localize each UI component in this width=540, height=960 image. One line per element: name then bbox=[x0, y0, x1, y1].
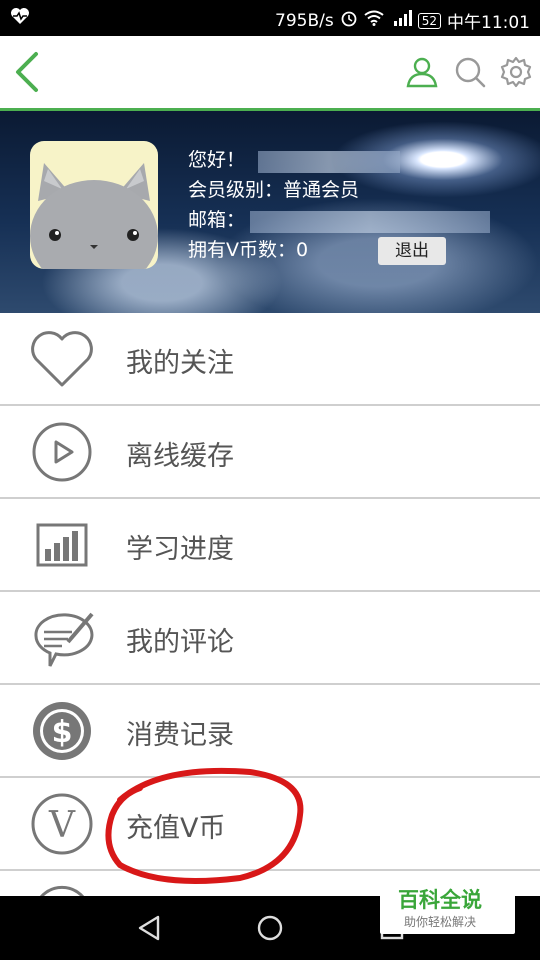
menu-item-offline-cache[interactable]: 离线缓存 bbox=[0, 406, 540, 499]
avatar[interactable] bbox=[30, 141, 158, 269]
svg-text:V: V bbox=[48, 805, 76, 846]
settings-button[interactable] bbox=[498, 54, 534, 90]
back-arrow-icon bbox=[16, 52, 38, 92]
alarm-icon bbox=[340, 9, 358, 32]
user-profile-button[interactable] bbox=[404, 54, 440, 90]
home-nav-button[interactable] bbox=[256, 914, 284, 946]
email-redacted bbox=[250, 211, 490, 233]
search-icon bbox=[455, 57, 486, 88]
search-button[interactable] bbox=[452, 54, 488, 90]
vcoin-count-text: 拥有V币数：0 bbox=[188, 239, 309, 261]
net-speed: 795B/s bbox=[275, 10, 334, 31]
comment-icon bbox=[28, 606, 96, 670]
v-coin-icon: V bbox=[28, 792, 96, 856]
email-label: 邮箱： bbox=[188, 209, 246, 231]
username-redacted bbox=[258, 151, 400, 173]
watermark-title: 百科全说 bbox=[398, 888, 482, 912]
menu-item-label: 我的关注 bbox=[126, 348, 234, 379]
status-bar: 795B/s 52 中午11:01 bbox=[0, 0, 540, 36]
play-circle-icon bbox=[28, 420, 96, 484]
cell-signal-icon bbox=[390, 10, 412, 31]
menu-item-label: 离线缓存 bbox=[126, 441, 234, 472]
home-circle-icon bbox=[257, 915, 283, 941]
gear-icon bbox=[500, 56, 532, 88]
back-nav-button[interactable] bbox=[136, 914, 164, 946]
member-level-text: 会员级别：普通会员 bbox=[188, 179, 360, 201]
user-icon bbox=[406, 57, 438, 88]
menu-item-my-comments[interactable]: 我的评论 bbox=[0, 592, 540, 685]
menu-item-favorites[interactable]: 我的关注 bbox=[0, 313, 540, 406]
back-button[interactable] bbox=[10, 50, 46, 94]
svg-text:$: $ bbox=[52, 715, 73, 750]
menu-item-label: 消费记录 bbox=[126, 720, 234, 751]
bar-chart-icon bbox=[28, 513, 96, 577]
dollar-icon: $ bbox=[28, 699, 96, 763]
menu-item-learning-progress[interactable]: 学习进度 bbox=[0, 499, 540, 592]
clock: 中午11:01 bbox=[447, 13, 530, 33]
profile-header: 您好！ 会员级别：普通会员 邮箱： 拥有V币数：0 退出 bbox=[0, 111, 540, 313]
logout-button[interactable]: 退出 bbox=[378, 237, 446, 265]
triangle-back-icon bbox=[138, 915, 160, 941]
battery-indicator: 52 bbox=[417, 12, 441, 29]
watermark-logo: 百科全说 助你轻松解决 bbox=[380, 878, 515, 934]
heart-icon bbox=[28, 327, 96, 391]
menu-item-label: 我的评论 bbox=[126, 627, 234, 658]
wifi-icon bbox=[364, 10, 384, 31]
annotation-circle bbox=[105, 767, 304, 884]
menu-item-label: 学习进度 bbox=[126, 534, 234, 565]
watermark-subtitle: 助你轻松解决 bbox=[404, 915, 477, 929]
greeting-text: 您好！ bbox=[188, 149, 246, 171]
heart-rate-icon bbox=[10, 7, 30, 30]
app-header bbox=[0, 36, 540, 111]
